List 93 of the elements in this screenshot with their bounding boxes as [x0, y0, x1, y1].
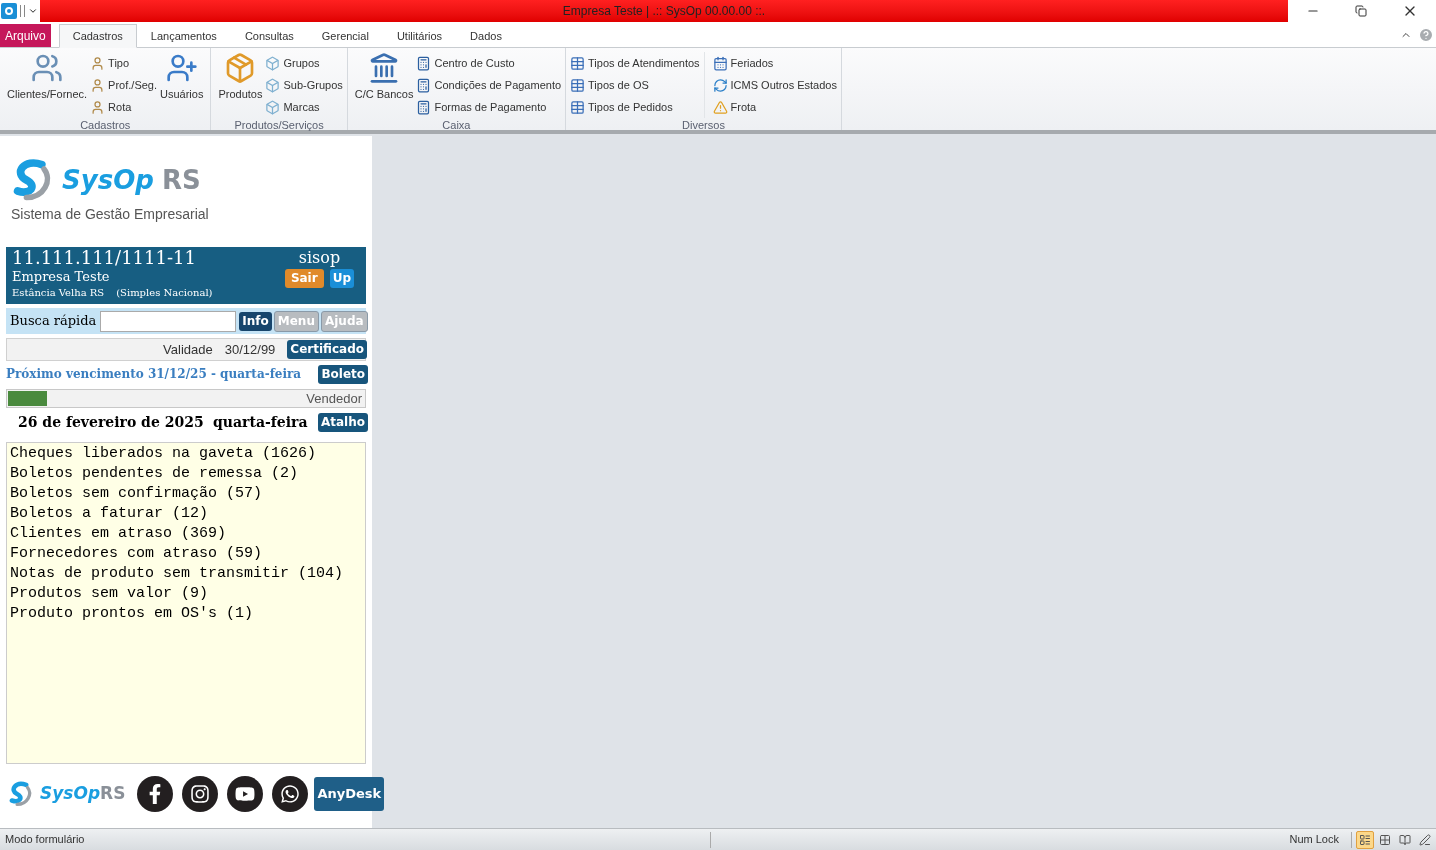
ribbon-group-label: Caixa	[441, 118, 472, 132]
whatsapp-icon[interactable]	[272, 776, 309, 812]
ribbon-small-button[interactable]: ICMS Outros Estados	[712, 74, 837, 96]
ribbon-tab[interactable]: Consultas	[230, 24, 308, 48]
ribbon-button-icon	[265, 99, 281, 115]
company-city: Estância Velha RS	[12, 286, 105, 300]
ribbon-tab[interactable]: Utilitários	[382, 24, 457, 48]
ribbon-large-button[interactable]: Clientes/Fornec.	[4, 52, 91, 101]
ribbon-small-button[interactable]: Sub-Grupos	[265, 74, 343, 96]
next-due-notice: Próximo vencimento 31/12/25 - quarta-feira	[6, 366, 302, 383]
ribbon-tab[interactable]: Lançamentos	[136, 24, 231, 48]
panel-button[interactable]: Certificado	[287, 340, 367, 359]
logo-text: SysOp RS	[62, 163, 201, 197]
num-lock-indicator: Num Lock	[1289, 832, 1340, 848]
ribbon-button-icon	[90, 55, 106, 71]
validity-label: Validade	[163, 340, 213, 359]
restore-icon[interactable]	[1355, 5, 1367, 17]
ribbon-button-icon	[90, 77, 106, 93]
quick-search-label: Busca rápida	[10, 312, 97, 331]
ribbon-small-button[interactable]: Prof./Seg.	[90, 74, 157, 96]
panel-button[interactable]: Info	[239, 311, 272, 331]
alert-item[interactable]: Notas de produto sem transmitir (104)	[10, 564, 362, 584]
ribbon-button-icon	[416, 99, 432, 115]
upload-button[interactable]: Up	[329, 269, 354, 288]
company-cnpj: 11.111.111/1111-11	[12, 247, 197, 269]
alert-item[interactable]: Boletos pendentes de remessa (2)	[10, 464, 362, 484]
logo-tagline: Sistema de Gestão Empresarial	[11, 205, 209, 224]
ribbon-large-button[interactable]: Produtos	[215, 52, 266, 101]
ribbon-small-button[interactable]: Feriados	[712, 52, 837, 74]
ribbon-small-button[interactable]: Tipo	[90, 52, 157, 74]
validity-date: 30/12/99	[224, 340, 276, 359]
ribbon-tab[interactable]: Cadastros	[58, 24, 137, 48]
ribbon-button-icon	[570, 77, 586, 93]
status-mode: Modo formulário	[4, 832, 86, 848]
ribbon-tab[interactable]: Dados	[456, 24, 516, 48]
ribbon-tab[interactable]: Gerencial	[307, 24, 383, 48]
alert-item[interactable]: Produtos sem valor (9)	[10, 584, 362, 604]
ribbon-small-button[interactable]: Rota	[90, 96, 157, 118]
quick-access-dropdown-icon[interactable]	[28, 6, 38, 16]
view-mode-icon	[1419, 833, 1431, 846]
alert-item[interactable]: Cheques liberados na gaveta (1626)	[10, 444, 362, 464]
view-mode-icon	[1359, 833, 1371, 846]
alert-item[interactable]: Clientes em atraso (369)	[10, 524, 362, 544]
ribbon-button-icon	[265, 55, 281, 71]
ribbon-group-label: Cadastros	[79, 118, 132, 132]
panel-button[interactable]: Boleto	[318, 364, 368, 384]
alert-item[interactable]: Boletos a faturar (12)	[10, 504, 362, 524]
ribbon-group-label: Produtos/Serviços	[233, 118, 325, 132]
user-name: sisop	[298, 247, 341, 269]
app-icon[interactable]	[1, 3, 17, 19]
ribbon-button-icon	[165, 52, 198, 84]
youtube-icon[interactable]	[227, 776, 264, 812]
company-name: Empresa Teste	[12, 269, 111, 285]
ribbon-small-button[interactable]: Centro de Custo	[416, 52, 562, 74]
anydesk-button[interactable]: AnyDesk	[314, 777, 385, 811]
ribbon-small-button[interactable]: Frota	[712, 96, 837, 118]
view-mode-icon	[1379, 833, 1391, 846]
window-title: Empresa Teste | .:: SysOp 00.00.00 ::.	[562, 3, 766, 20]
logo-text: SysOpRS	[40, 782, 126, 806]
progress-label: Vendedor	[306, 389, 362, 408]
view-mode-icon	[1399, 833, 1411, 846]
tax-regime: (Simples Nacional)	[116, 286, 213, 300]
ribbon-button-icon	[712, 99, 728, 115]
ribbon-small-button[interactable]: Marcas	[265, 96, 343, 118]
ribbon-button-icon	[570, 99, 586, 115]
facebook-icon[interactable]	[137, 776, 174, 812]
ribbon-button-icon	[712, 55, 728, 71]
file-menu-tab[interactable]: Arquivo	[0, 24, 51, 47]
ribbon-small-button[interactable]: Tipos de OS	[570, 74, 700, 96]
ribbon-button-icon	[570, 55, 586, 71]
ribbon-button-icon	[265, 77, 281, 93]
ribbon-large-button[interactable]: C/C Bancos	[351, 52, 417, 101]
instagram-icon[interactable]	[182, 776, 219, 812]
ribbon-button-icon	[416, 55, 432, 71]
quick-search-field[interactable]	[100, 310, 237, 332]
view-mode-button[interactable]	[1356, 830, 1374, 849]
ribbon-small-button[interactable]: Tipos de Pedidos	[570, 96, 700, 118]
ribbon-small-button[interactable]: Tipos de Atendimentos	[570, 52, 700, 74]
ribbon-small-button[interactable]: Grupos	[265, 52, 343, 74]
ribbon-button-icon	[712, 77, 728, 93]
alert-item[interactable]: Fornecedores com atraso (59)	[10, 544, 362, 564]
ribbon-group-label: Diversos	[681, 118, 726, 132]
ribbon-small-button[interactable]: Condições de Pagamento	[416, 74, 562, 96]
ribbon-button-icon	[416, 77, 432, 93]
panel-button[interactable]: Atalho	[317, 412, 368, 432]
ribbon-small-button[interactable]: Formas de Pagamento	[416, 96, 562, 118]
ribbon-button-icon	[90, 99, 106, 115]
ribbon-button-icon	[31, 52, 64, 84]
ribbon-large-button[interactable]: Usuários	[157, 52, 207, 101]
current-weekday: quarta-feira	[213, 412, 308, 432]
alert-item[interactable]: Produto prontos em OS's (1)	[10, 604, 362, 624]
alert-item[interactable]: Boletos sem confirmação (57)	[10, 484, 362, 504]
current-date: 26 de fevereiro de 2025	[18, 412, 205, 432]
